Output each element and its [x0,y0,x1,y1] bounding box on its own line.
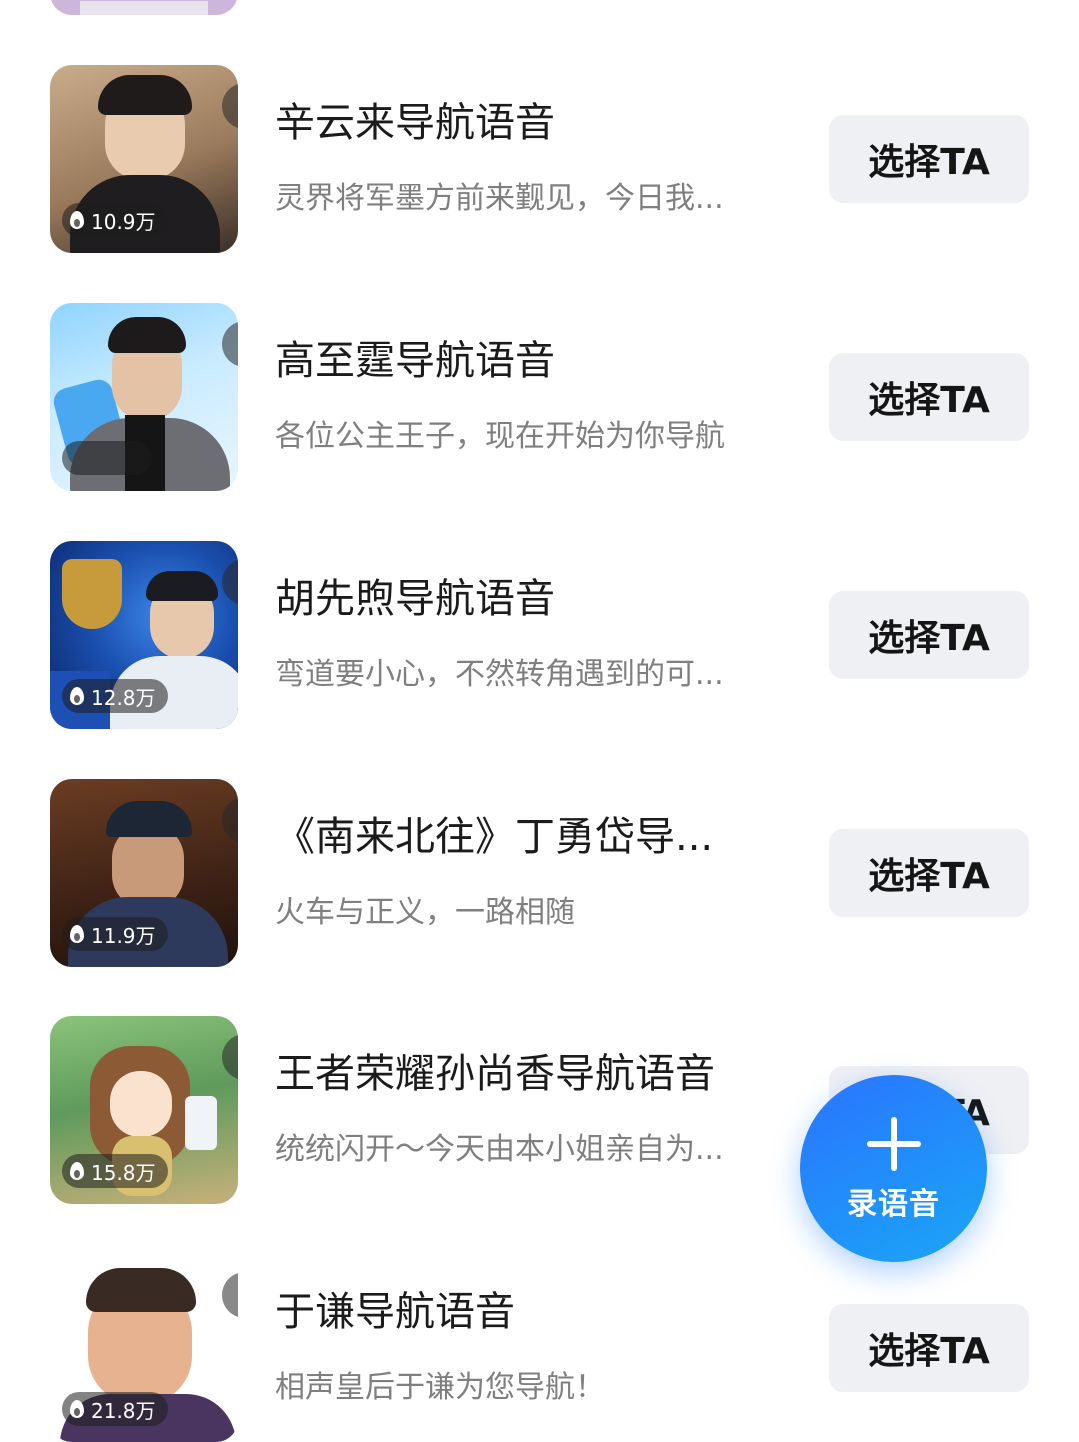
voice-description: 相声皇后于谦为您导航！ [275,1370,605,1405]
select-button[interactable]: 选择TA [829,115,1029,203]
flame-icon [70,925,84,943]
voice-title: 高至霆导航语音 [275,338,555,384]
voice-description: 弯道要小心，不然转角遇到的可... [275,657,724,692]
select-button[interactable]: 选择TA [829,1304,1029,1392]
select-button[interactable]: 选择TA [829,353,1029,441]
voice-thumbnail: 15.8万 [50,1016,238,1204]
voice-list-item[interactable]: 12.8万 胡先煦导航语音 弯道要小心，不然转角遇到的可... 选择TA [0,541,1079,729]
voice-title: 辛云来导航语音 [275,100,555,146]
voice-description: 各位公主王子，现在开始为你导航 [275,419,725,454]
popularity-badge: 10.9万 [62,203,168,237]
popularity-count: 15.8万 [91,1160,156,1185]
popularity-count: 10.9万 [91,209,156,234]
flame-icon [70,211,84,229]
voice-list-item[interactable]: 高至霆导航语音 各位公主王子，现在开始为你导航 选择TA [0,303,1079,491]
popularity-count: 21.8万 [91,1398,156,1423]
flame-icon [70,1400,84,1418]
popularity-badge: 11.9万 [62,917,168,951]
popularity-count: 12.8万 [91,685,156,710]
flame-icon [70,1162,84,1180]
popularity-badge: 21.8万 [62,1392,168,1426]
voice-thumbnail: 10.9万 [50,65,238,253]
voice-title: 《南来北往》丁勇岱导... [275,814,714,860]
play-icon[interactable] [222,1272,238,1318]
voice-description: 统统闪开～今天由本小姐亲自为... [275,1132,724,1167]
play-icon[interactable] [222,797,238,843]
voice-title: 于谦导航语音 [275,1289,515,1335]
record-voice-button[interactable]: 录语音 [800,1075,987,1262]
select-button[interactable]: 选择TA [829,829,1029,917]
partial-thumbnail [50,0,238,15]
popularity-badge [62,441,152,475]
voice-title: 王者荣耀孙尚香导航语音 [275,1051,715,1097]
play-icon[interactable] [222,83,238,129]
popularity-badge: 15.8万 [62,1154,168,1188]
voice-list-item[interactable]: 21.8万 于谦导航语音 相声皇后于谦为您导航！ 选择TA [0,1254,1079,1442]
popularity-badge: 12.8万 [62,679,168,713]
play-icon[interactable] [222,321,238,367]
voice-list-item[interactable]: 10.9万 辛云来导航语音 灵界将军墨方前来觐见，今日我... 选择TA [0,65,1079,253]
voice-description: 火车与正义，一路相随 [275,895,575,930]
voice-title: 胡先煦导航语音 [275,576,555,622]
play-icon[interactable] [222,559,238,605]
plus-icon [867,1117,921,1171]
play-icon[interactable] [222,1034,238,1080]
voice-thumbnail: 21.8万 [50,1254,238,1442]
flame-icon [70,687,84,705]
popularity-count: 11.9万 [91,923,156,948]
voice-thumbnail [50,303,238,491]
voice-list-item[interactable]: 11.9万 《南来北往》丁勇岱导... 火车与正义，一路相随 选择TA [0,779,1079,967]
voice-thumbnail: 12.8万 [50,541,238,729]
select-button[interactable]: 选择TA [829,591,1029,679]
record-voice-label: 录语音 [847,1187,940,1222]
voice-thumbnail: 11.9万 [50,779,238,967]
voice-description: 灵界将军墨方前来觐见，今日我... [275,181,724,216]
